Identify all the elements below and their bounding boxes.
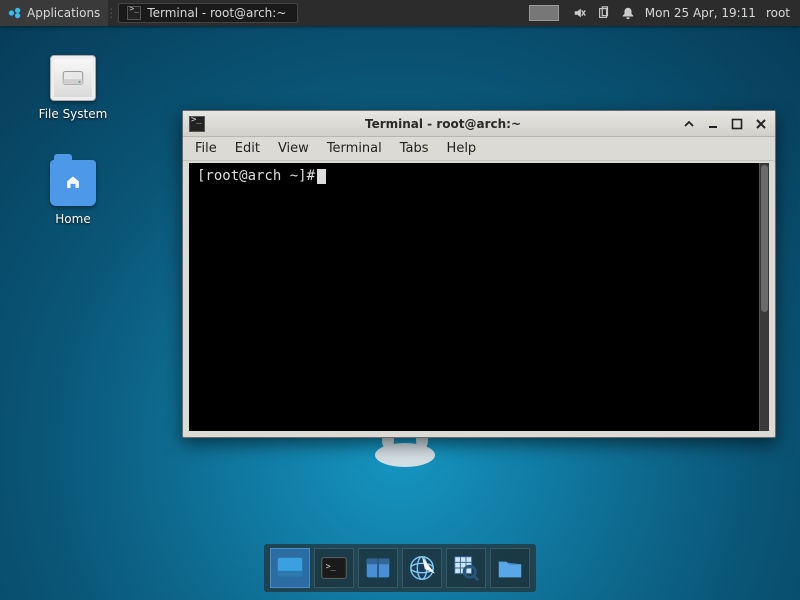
menu-tabs[interactable]: Tabs (400, 141, 429, 156)
desktop-icon-label: File System (28, 107, 118, 121)
volume-muted-icon[interactable] (573, 6, 587, 20)
terminal-scrollbar[interactable] (759, 163, 769, 431)
notifications-icon[interactable] (621, 6, 635, 20)
applications-label: Applications (27, 6, 100, 20)
terminal-icon (189, 116, 205, 132)
shade-button[interactable] (681, 116, 697, 132)
terminal-window: Terminal - root@arch:~ File Edit View Te… (182, 110, 776, 438)
maximize-button[interactable] (729, 116, 745, 132)
top-panel: Applications ⋮ Terminal - root@arch:~ Mo… (0, 0, 800, 26)
desktop-icon-home[interactable]: Home (28, 160, 118, 226)
dock-terminal[interactable]: >_ (314, 548, 354, 588)
applications-menu-button[interactable]: Applications (0, 0, 108, 26)
taskbar-entry-terminal[interactable]: Terminal - root@arch:~ (118, 3, 298, 23)
terminal-prompt: [root@arch ~]# (197, 168, 315, 184)
minimize-button[interactable] (705, 116, 721, 132)
workspace-switcher[interactable] (529, 5, 559, 21)
desktop-icon-label: Home (28, 212, 118, 226)
home-folder-icon (50, 160, 96, 206)
dock-web-browser[interactable] (402, 548, 442, 588)
menu-file[interactable]: File (195, 141, 217, 156)
menu-view[interactable]: View (278, 141, 309, 156)
clock[interactable]: Mon 25 Apr, 19:11 (645, 6, 756, 20)
window-title: Terminal - root@arch:~ (211, 117, 675, 131)
task-title: Terminal - root@arch:~ (147, 6, 286, 20)
window-titlebar[interactable]: Terminal - root@arch:~ (183, 111, 775, 137)
menu-help[interactable]: Help (447, 141, 477, 156)
dock: >_ (264, 544, 536, 592)
panel-separator: ⋮ (108, 0, 114, 26)
dock-show-desktop[interactable] (270, 548, 310, 588)
user-label[interactable]: root (766, 6, 790, 20)
close-button[interactable] (753, 116, 769, 132)
drive-icon (50, 55, 96, 101)
svg-text:>_: >_ (326, 561, 337, 571)
dock-folder[interactable] (490, 548, 530, 588)
menu-edit[interactable]: Edit (235, 141, 260, 156)
menu-terminal[interactable]: Terminal (327, 141, 382, 156)
dock-app-finder[interactable] (446, 548, 486, 588)
desktop-icon-file-system[interactable]: File System (28, 55, 118, 121)
terminal-icon (127, 6, 141, 20)
panel-tray: Mon 25 Apr, 19:11 root (563, 6, 800, 20)
window-controls (681, 116, 769, 132)
xfce-logo-icon (8, 6, 22, 20)
menu-bar: File Edit View Terminal Tabs Help (183, 137, 775, 161)
clipboard-icon[interactable] (597, 6, 611, 20)
dock-file-manager[interactable] (358, 548, 398, 588)
terminal-cursor (317, 169, 326, 184)
terminal-viewport[interactable]: [root@arch ~]# (189, 163, 769, 431)
